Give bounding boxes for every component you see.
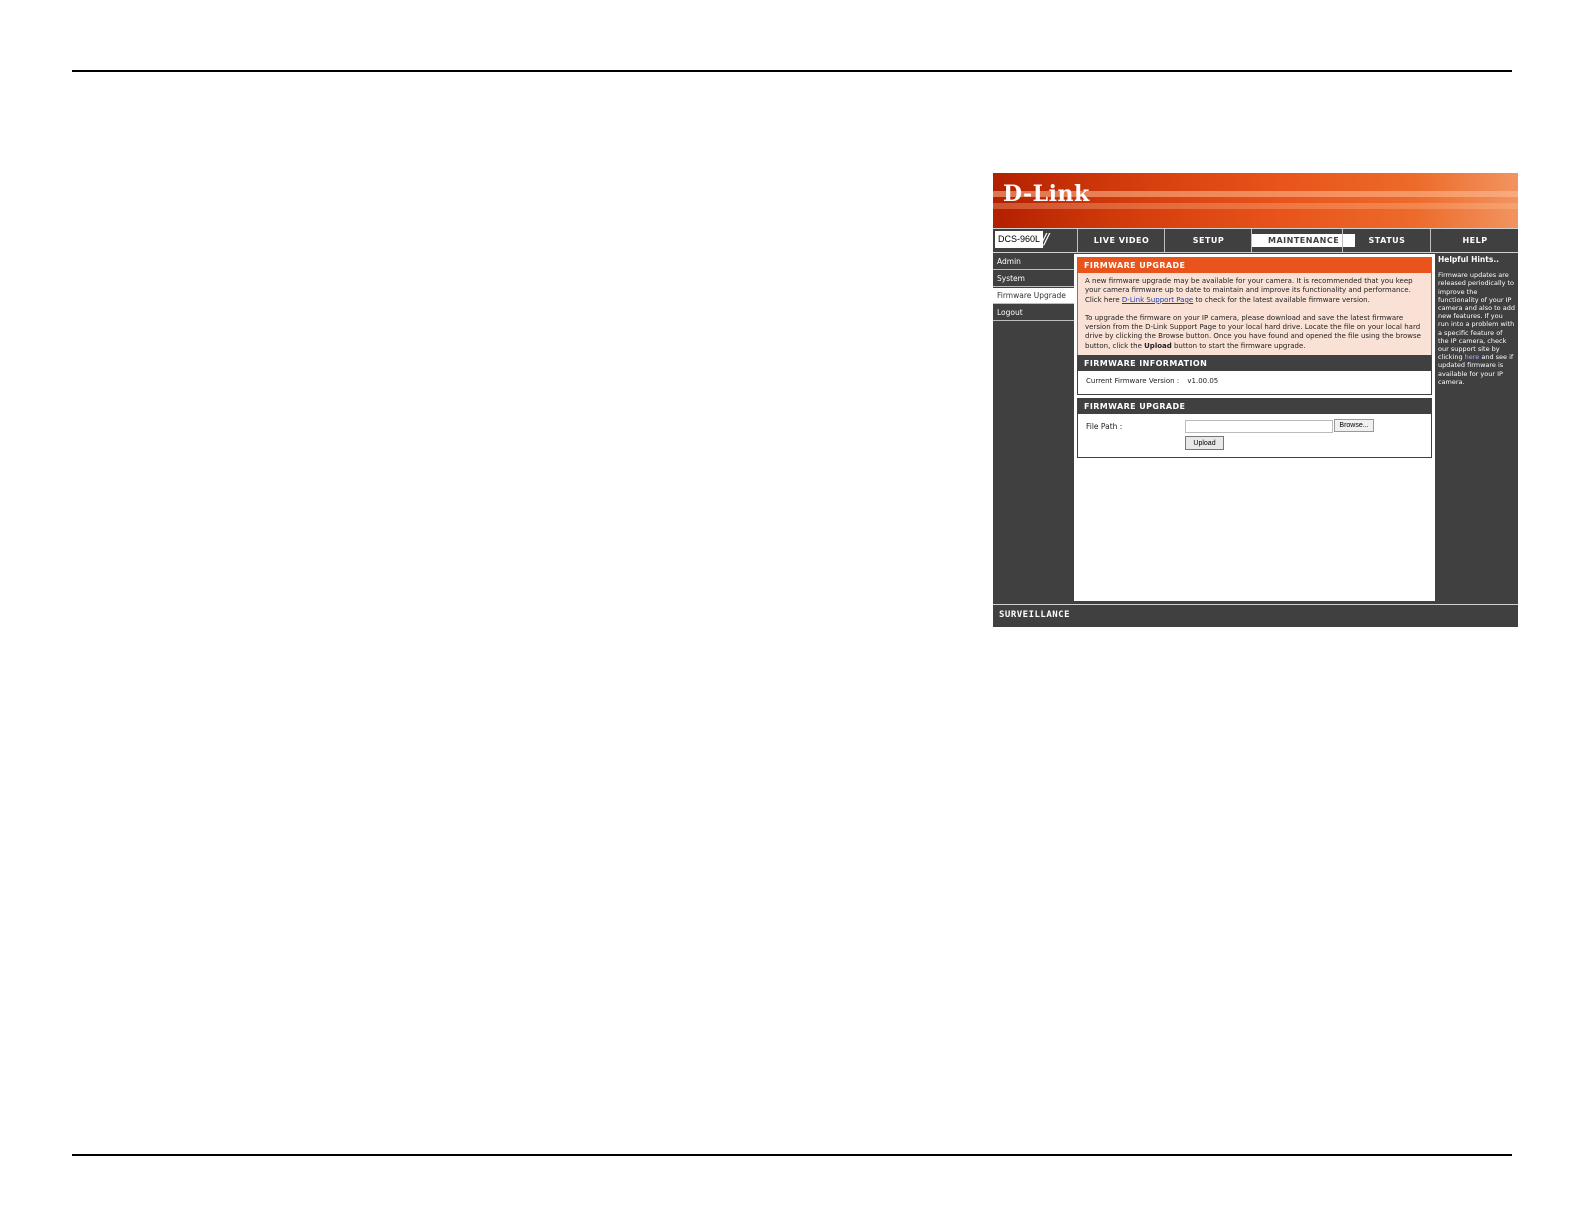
main-content: FIRMWARE UPGRADE A new firmware upgrade … [1074, 254, 1435, 601]
top-nav: DCS-960L // LIVE VIDEO SETUP MAINTENANCE… [993, 228, 1518, 253]
sidebar-item-firmware-upgrade[interactable]: Firmware Upgrade [993, 288, 1074, 304]
top-rule [72, 70, 1512, 72]
firmware-information-box: FIRMWARE INFORMATION Current Firmware Ve… [1077, 355, 1432, 395]
upgrade-form: File Path : Browse... Upload [1078, 414, 1431, 456]
camera-web-ui-screenshot: D-Link DCS-960L // LIVE VIDEO SETUP MAIN… [993, 173, 1518, 627]
sidebar: Admin System Firmware Upgrade Logout [993, 254, 1074, 322]
firmware-version-value: v1.00.05 [1187, 377, 1219, 385]
section-title: FIRMWARE UPGRADE [1078, 258, 1431, 273]
slash-decoration-icon: // [1041, 230, 1049, 248]
model-label: DCS-960L [995, 231, 1044, 248]
tab-live-video[interactable]: LIVE VIDEO [1077, 229, 1165, 252]
intro-paragraph: A new firmware upgrade may be available … [1085, 277, 1425, 305]
sidebar-item-admin[interactable]: Admin [993, 254, 1074, 270]
sidebar-item-logout[interactable]: Logout [993, 305, 1074, 321]
hints-title: Helpful Hints.. [1438, 255, 1500, 264]
intro-text-1-tail: to check for the latest available firmwa… [1193, 295, 1370, 304]
header-banner: D-Link [993, 173, 1518, 228]
footer-bar: SURVEILLANCE [993, 604, 1518, 627]
tab-status[interactable]: STATUS [1342, 229, 1431, 252]
upload-button[interactable]: Upload [1185, 436, 1224, 450]
intro-text: A new firmware upgrade may be available … [1078, 273, 1431, 356]
firmware-upgrade-box: FIRMWARE UPGRADE File Path : Browse... U… [1077, 398, 1432, 458]
tab-label: STATUS [1368, 236, 1406, 245]
firmware-version-row: Current Firmware Version : v1.00.05 [1078, 371, 1431, 391]
helpful-hints-panel: Helpful Hints.. Firmware updates are rel… [1435, 254, 1518, 601]
tab-label: HELP [1462, 236, 1488, 245]
firmware-version-label: Current Firmware Version : [1086, 377, 1180, 385]
tab-help[interactable]: HELP [1430, 229, 1518, 252]
dlink-logo: D-Link [1003, 181, 1090, 207]
section-title: FIRMWARE INFORMATION [1078, 356, 1431, 371]
file-path-label: File Path : [1086, 422, 1123, 431]
file-path-input[interactable] [1185, 420, 1333, 433]
tab-maintenance[interactable]: MAINTENANCE [1251, 229, 1356, 252]
browse-button[interactable]: Browse... [1334, 419, 1374, 432]
tab-label: LIVE VIDEO [1093, 236, 1150, 245]
bottom-rule [72, 1154, 1512, 1156]
hints-text-1: Firmware updates are released periodical… [1438, 271, 1515, 362]
tab-setup[interactable]: SETUP [1164, 229, 1252, 252]
hints-text: Firmware updates are released periodical… [1438, 271, 1515, 386]
support-page-link[interactable]: D-Link Support Page [1122, 296, 1193, 304]
sidebar-item-system[interactable]: System [993, 271, 1074, 287]
intro-paragraph: To upgrade the firmware on your IP camer… [1085, 314, 1425, 351]
tab-label: MAINTENANCE [1252, 234, 1356, 247]
firmware-upgrade-intro-box: FIRMWARE UPGRADE A new firmware upgrade … [1077, 257, 1432, 357]
tab-label: SETUP [1192, 236, 1225, 245]
section-title: FIRMWARE UPGRADE [1078, 399, 1431, 414]
upload-emphasis: Upload [1144, 341, 1172, 350]
intro-text-2-tail: button to start the firmware upgrade. [1171, 341, 1306, 350]
footer-label: SURVEILLANCE [999, 610, 1071, 620]
hints-link[interactable]: here [1465, 353, 1480, 361]
